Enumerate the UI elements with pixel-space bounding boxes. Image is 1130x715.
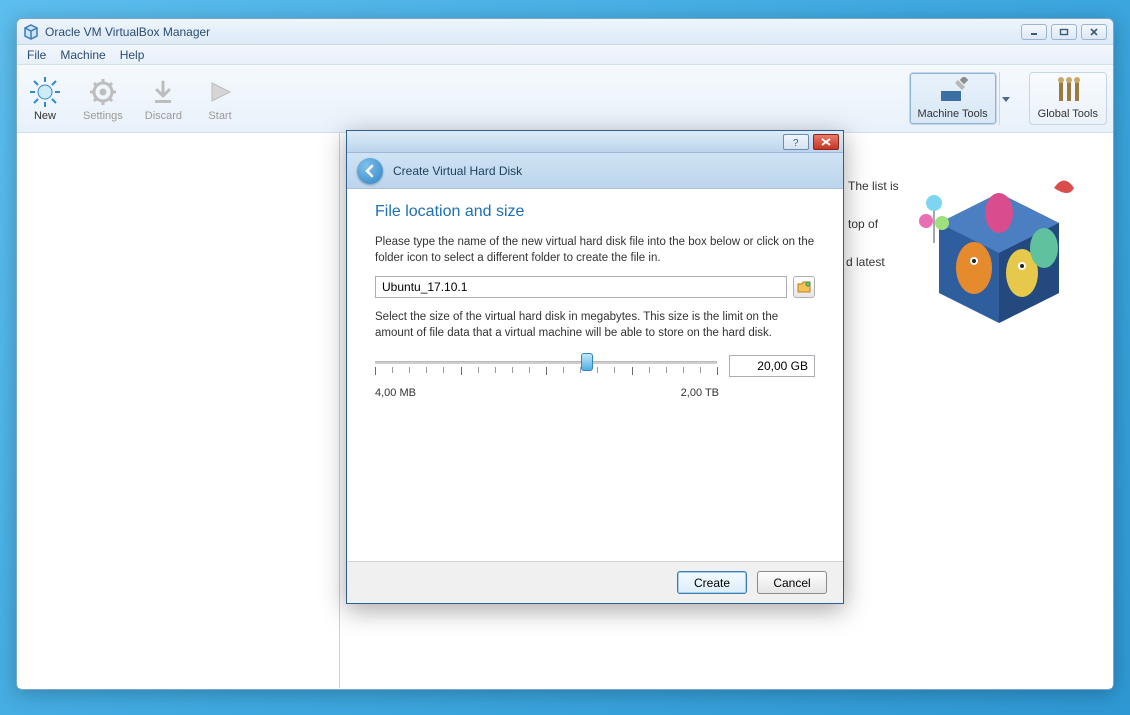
back-arrow-icon: [363, 164, 377, 178]
disk-size-slider[interactable]: [375, 355, 717, 385]
machine-tools-dropdown[interactable]: [999, 72, 1013, 125]
detail-text-3: d latest: [846, 255, 885, 269]
file-location-help-text: Please type the name of the new virtual …: [375, 235, 815, 266]
detail-text-2: top of: [848, 217, 878, 231]
slider-max-label: 2,00 TB: [681, 387, 719, 399]
dialog-close-button[interactable]: [813, 134, 839, 150]
close-icon: [821, 138, 831, 146]
toolbar: New Settings Discard Start: [17, 65, 1113, 133]
svg-text:?: ?: [793, 138, 799, 147]
slider-min-label: 4,00 MB: [375, 387, 416, 399]
main-titlebar: Oracle VM VirtualBox Manager: [17, 19, 1113, 45]
create-virtual-hard-disk-dialog: ? Create Virtual Hard Disk File location…: [346, 130, 844, 604]
disk-size-input[interactable]: [729, 355, 815, 377]
toolbar-start-label: Start: [208, 110, 231, 122]
disk-filename-input[interactable]: [375, 276, 787, 298]
dialog-footer: Create Cancel: [347, 561, 843, 603]
menu-help[interactable]: Help: [120, 48, 145, 62]
slider-thumb[interactable]: [581, 353, 593, 371]
toolbar-start[interactable]: Start: [198, 74, 242, 124]
slider-ticks: [375, 367, 717, 375]
create-button[interactable]: Create: [677, 571, 747, 594]
cancel-button[interactable]: Cancel: [757, 571, 827, 594]
toolbar-settings-label: Settings: [83, 110, 123, 122]
disk-size-help-text: Select the size of the virtual hard disk…: [375, 310, 815, 341]
sun-icon: [29, 76, 61, 108]
toolbar-discard-label: Discard: [145, 110, 182, 122]
toolbar-new-label: New: [34, 110, 56, 122]
gear-icon: [87, 76, 119, 108]
machine-tools-button[interactable]: Machine Tools: [909, 72, 997, 125]
machine-tools-icon: [938, 77, 968, 106]
discard-arrow-icon: [147, 76, 179, 108]
dialog-heading: File location and size: [375, 203, 815, 221]
toolbar-settings[interactable]: Settings: [77, 74, 129, 124]
virtualbox-mascot-illustration: [904, 153, 1094, 343]
menu-machine[interactable]: Machine: [60, 48, 105, 62]
vm-list-sidebar[interactable]: [18, 133, 340, 688]
machine-tools-label: Machine Tools: [918, 108, 988, 120]
dialog-title: Create Virtual Hard Disk: [393, 164, 522, 178]
maximize-button[interactable]: [1051, 24, 1077, 40]
main-title: Oracle VM VirtualBox Manager: [45, 25, 210, 39]
toolbar-discard[interactable]: Discard: [139, 74, 188, 124]
start-arrow-icon: [204, 76, 236, 108]
detail-text-1: The list is: [848, 179, 899, 193]
dialog-back-button[interactable]: [357, 158, 383, 184]
virtualbox-app-icon: [23, 24, 39, 40]
chevron-down-icon: [1002, 95, 1010, 103]
minimize-button[interactable]: [1021, 24, 1047, 40]
global-tools-button[interactable]: Global Tools: [1029, 72, 1107, 125]
help-icon: ?: [791, 137, 801, 147]
close-button[interactable]: [1081, 24, 1107, 40]
global-tools-icon: [1053, 77, 1083, 106]
menubar: File Machine Help: [17, 45, 1113, 65]
browse-folder-button[interactable]: [793, 276, 815, 298]
dialog-help-button[interactable]: ?: [783, 134, 809, 150]
toolbar-new[interactable]: New: [23, 74, 67, 124]
folder-icon: [797, 281, 811, 293]
dialog-header: Create Virtual Hard Disk: [347, 153, 843, 189]
global-tools-label: Global Tools: [1038, 108, 1098, 120]
menu-file[interactable]: File: [27, 48, 46, 62]
dialog-body: File location and size Please type the n…: [347, 189, 843, 399]
dialog-titlebar: ?: [347, 131, 843, 153]
